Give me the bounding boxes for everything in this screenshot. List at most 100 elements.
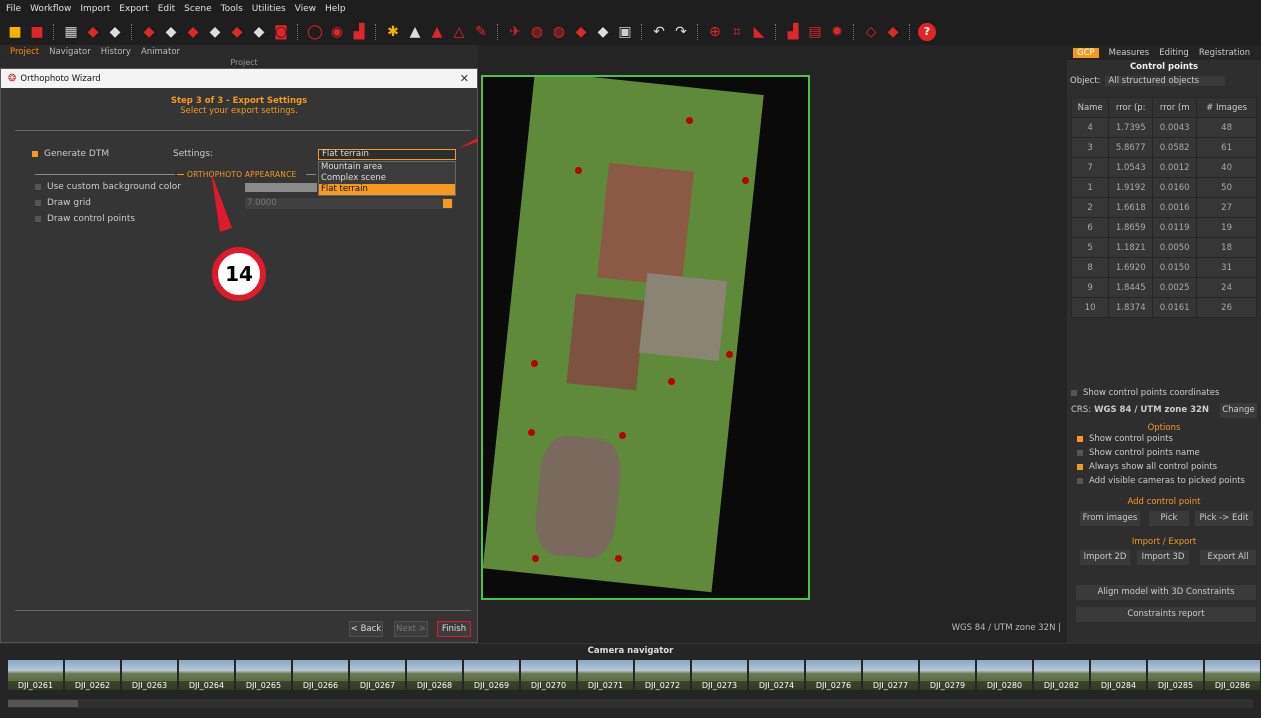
cube-red-icon[interactable]: ◆ — [228, 23, 246, 41]
menu-edit[interactable]: Edit — [158, 4, 175, 14]
mesh-outline-icon[interactable]: △ — [450, 23, 468, 41]
export-all-button[interactable]: Export All — [1200, 550, 1256, 565]
pick-edit-button[interactable]: Pick -> Edit — [1195, 511, 1253, 526]
show-coords-checkbox[interactable]: Show control points coordinates — [1071, 388, 1219, 398]
cube-red-icon[interactable]: ◆ — [572, 23, 590, 41]
camera-thumbnail[interactable]: DJI_0282 — [1034, 660, 1089, 690]
scrollbar-thumb[interactable] — [8, 700, 78, 707]
camera-thumbnail[interactable]: DJI_0272 — [635, 660, 690, 690]
camera-thumbnail[interactable]: DJI_0277 — [863, 660, 918, 690]
drone-icon[interactable]: ✈ — [506, 23, 524, 41]
camera-thumbnail[interactable]: DJI_0279 — [920, 660, 975, 690]
globe-icon[interactable]: ◍ — [528, 23, 546, 41]
camera-thumbnail[interactable]: DJI_0286 — [1205, 660, 1260, 690]
table-row[interactable]: 1 1.9192 0.0160 50 — [1070, 177, 1257, 198]
col-error-px[interactable]: rror (p: — [1108, 97, 1154, 118]
record-icon[interactable]: ◉ — [328, 23, 346, 41]
control-point-marker[interactable] — [619, 432, 626, 439]
change-crs-button[interactable]: Change — [1220, 403, 1257, 418]
3d-viewport[interactable]: WGS 84 / UTM zone 32N | — [478, 45, 1067, 643]
control-point-marker[interactable] — [686, 117, 693, 124]
bar-chart-icon[interactable]: ▟ — [784, 23, 802, 41]
camera-thumbnail[interactable]: DJI_0269 — [464, 660, 519, 690]
chart-icon[interactable]: ▟ — [350, 23, 368, 41]
measure-icon[interactable]: ◣ — [750, 23, 768, 41]
align-model-button[interactable]: Align model with 3D Constraints — [1076, 585, 1256, 600]
tab-history[interactable]: History — [101, 47, 131, 57]
camera-thumbnail[interactable]: DJI_0268 — [407, 660, 462, 690]
cube-red-icon[interactable]: ◆ — [140, 23, 158, 41]
menu-export[interactable]: Export — [119, 4, 148, 14]
cube-white-icon[interactable]: ◆ — [594, 23, 612, 41]
menu-file[interactable]: File — [6, 4, 21, 14]
crop-icon[interactable]: ⌗ — [728, 23, 746, 41]
mesh-icon[interactable]: ▲ — [406, 23, 424, 41]
menu-utilities[interactable]: Utilities — [252, 4, 286, 14]
settings-icon[interactable]: ✹ — [828, 23, 846, 41]
import-2d-button[interactable]: Import 2D — [1080, 550, 1130, 565]
generate-dtm-checkbox[interactable]: Generate DTM — [32, 149, 109, 159]
cube-red-icon[interactable]: ◆ — [184, 23, 202, 41]
cube-red-icon[interactable]: ◆ — [84, 23, 102, 41]
photo-icon[interactable]: ◙ — [272, 23, 290, 41]
tab-gcp[interactable]: GCP — [1073, 47, 1099, 58]
col-error-m[interactable]: rror (m — [1152, 97, 1198, 118]
draw-grid-checkbox[interactable]: Draw grid — [35, 198, 91, 208]
camera-thumbnail[interactable]: DJI_0264 — [179, 660, 234, 690]
help-icon[interactable]: ? — [918, 22, 936, 41]
control-point-marker[interactable] — [615, 555, 622, 562]
add-visible-cameras-checkbox[interactable]: Add visible cameras to picked points — [1077, 476, 1245, 486]
menu-workflow[interactable]: Workflow — [30, 4, 71, 14]
camera-thumbnail[interactable]: DJI_0285 — [1148, 660, 1203, 690]
table-row[interactable]: 8 1.6920 0.0150 31 — [1070, 257, 1257, 278]
table-row[interactable]: 10 1.8374 0.0161 26 — [1070, 297, 1257, 318]
col-images[interactable]: # Images — [1196, 97, 1257, 118]
option-mountain-area[interactable]: Mountain area — [319, 162, 455, 173]
table-row[interactable]: 5 1.1821 0.0050 18 — [1070, 237, 1257, 258]
control-point-marker[interactable] — [742, 177, 749, 184]
brush-icon[interactable]: ✎ — [472, 23, 490, 41]
reset-icon[interactable]: ◯ — [306, 23, 324, 41]
camera-thumbnail[interactable]: DJI_0274 — [749, 660, 804, 690]
save-icon[interactable]: ■ — [28, 23, 46, 41]
camera-thumbnail[interactable]: DJI_0261 — [8, 660, 63, 690]
camera-thumbnail[interactable]: DJI_0265 — [236, 660, 291, 690]
control-point-marker[interactable] — [668, 378, 675, 385]
from-images-button[interactable]: From images — [1080, 511, 1140, 526]
camera-thumbnail[interactable]: DJI_0263 — [122, 660, 177, 690]
control-point-marker[interactable] — [528, 429, 535, 436]
table-row[interactable]: 4 1.7395 0.0043 48 — [1070, 117, 1257, 138]
table-row[interactable]: 9 1.8445 0.0025 24 — [1070, 277, 1257, 298]
draw-control-points-checkbox[interactable]: Draw control points — [35, 214, 135, 224]
tab-project[interactable]: Project — [10, 47, 39, 57]
next-button[interactable]: Next > — [394, 621, 428, 637]
table-row[interactable]: 6 1.8659 0.0119 19 — [1070, 217, 1257, 238]
close-icon[interactable]: ✕ — [460, 72, 469, 85]
background-color-swatch[interactable] — [245, 183, 317, 192]
camera-thumbnail[interactable]: DJI_0280 — [977, 660, 1032, 690]
mesh-red-icon[interactable]: ▲ — [428, 23, 446, 41]
col-name[interactable]: Name — [1070, 97, 1110, 118]
camera-thumbnail[interactable]: DJI_0276 — [806, 660, 861, 690]
tab-navigator[interactable]: Navigator — [49, 47, 91, 57]
cube-white-icon[interactable]: ◆ — [250, 23, 268, 41]
camera-thumbnail[interactable]: DJI_0266 — [293, 660, 348, 690]
camera-thumbnail[interactable]: DJI_0273 — [692, 660, 747, 690]
cube-outline-icon[interactable]: ◇ — [862, 23, 880, 41]
import-3d-button[interactable]: Import 3D — [1137, 550, 1189, 565]
spinner-icon[interactable] — [443, 199, 452, 208]
camera-thumbnail[interactable]: DJI_0262 — [65, 660, 120, 690]
menu-view[interactable]: View — [295, 4, 316, 14]
table-row[interactable]: 3 5.8677 0.0582 61 — [1070, 137, 1257, 158]
cube-white-icon[interactable]: ◆ — [162, 23, 180, 41]
camera-thumbnail[interactable]: DJI_0270 — [521, 660, 576, 690]
camera-thumbnail[interactable]: DJI_0271 — [578, 660, 633, 690]
code-icon[interactable]: ▤ — [806, 23, 824, 41]
always-show-all-checkbox[interactable]: Always show all control points — [1077, 462, 1217, 472]
menu-import[interactable]: Import — [80, 4, 110, 14]
control-point-marker[interactable] — [531, 360, 538, 367]
control-point-marker[interactable] — [532, 555, 539, 562]
export-icon[interactable]: ▣ — [616, 23, 634, 41]
menu-tools[interactable]: Tools — [221, 4, 243, 14]
menu-scene[interactable]: Scene — [184, 4, 211, 14]
